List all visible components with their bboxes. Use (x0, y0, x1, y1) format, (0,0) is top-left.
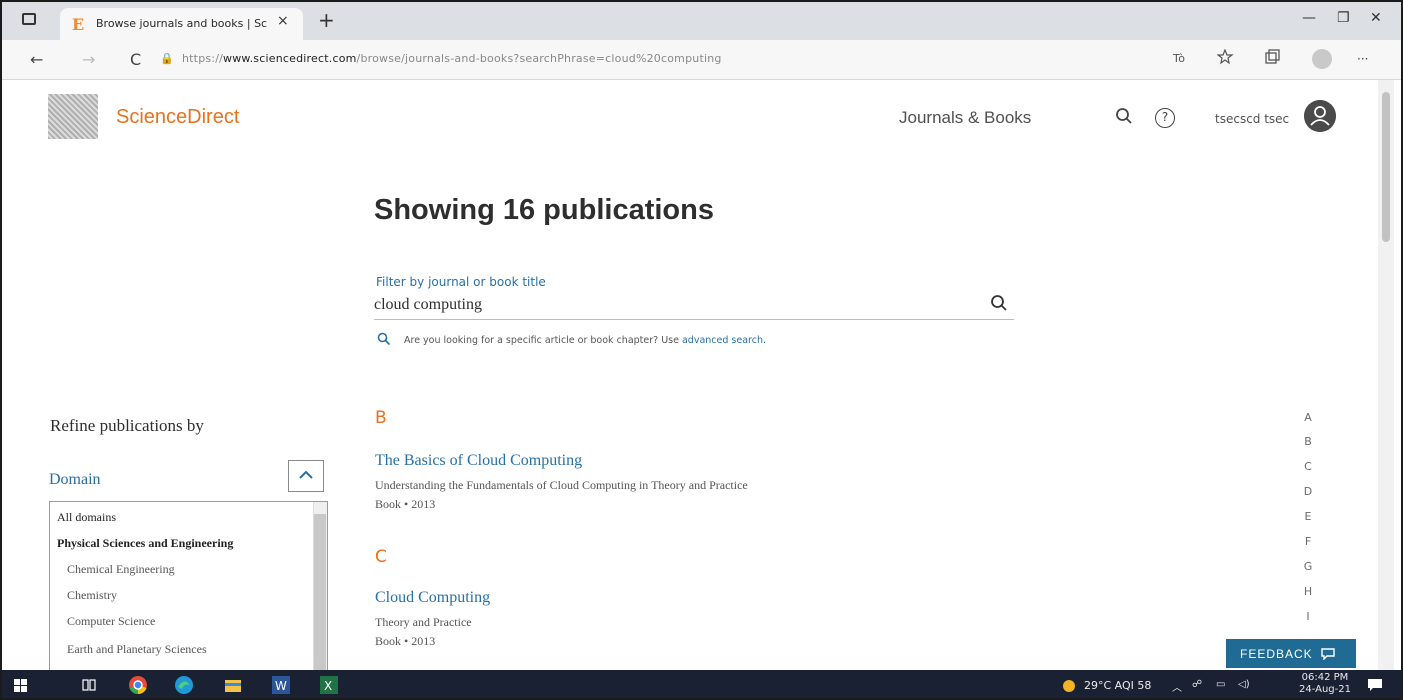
publication-meta: Book • 2013 (375, 497, 436, 511)
browser-window: E Browse journals and books | Scie × + —… (0, 0, 1403, 700)
elsevier-logo[interactable] (48, 94, 98, 139)
filter-search-icon[interactable] (990, 294, 1008, 314)
domain-list-scrollbar[interactable] (313, 502, 327, 670)
profile-icon[interactable] (1312, 49, 1332, 69)
user-name[interactable]: tsecscd tsec (1215, 112, 1289, 126)
url-host: www.sciencedirect.com (223, 52, 357, 65)
url-prefix: https:// (182, 52, 224, 65)
tab-close-button[interactable]: × (277, 13, 289, 29)
more-menu-icon[interactable]: ··· (1357, 52, 1368, 66)
close-window-button[interactable]: ✕ (1370, 10, 1382, 26)
read-aloud-icon[interactable]: Tò (1172, 49, 1188, 65)
word-icon[interactable]: W (272, 676, 290, 694)
favorites-star-icon[interactable] (1217, 49, 1235, 65)
domain-list-scroll-thumb[interactable] (314, 514, 326, 670)
domain-collapse-button[interactable] (288, 460, 324, 492)
letter-heading-c: C (375, 547, 387, 567)
browser-tab[interactable]: E Browse journals and books | Scie × (60, 8, 303, 40)
volume-icon[interactable]: ◁) (1238, 679, 1250, 690)
domain-list: All domains Physical Sciences and Engine… (49, 501, 328, 671)
alpha-link-f[interactable]: F (1298, 535, 1318, 548)
tab-title: Browse journals and books | Scie (96, 17, 268, 30)
lock-icon[interactable]: 🔒 (160, 52, 174, 65)
taskbar-clock[interactable]: 06:42 PM 24-Aug-21 (1299, 672, 1351, 696)
clock-date: 24-Aug-21 (1299, 684, 1351, 695)
domain-item-earth-planetary[interactable]: Earth and Planetary Sciences (67, 642, 207, 657)
feedback-button[interactable]: FEEDBACK (1226, 639, 1356, 668)
weather-sun-icon[interactable] (1062, 679, 1076, 693)
windows-start-icon[interactable] (14, 679, 27, 692)
task-view-icon[interactable] (82, 678, 96, 692)
domain-item-all[interactable]: All domains (57, 510, 116, 525)
domain-item-physical-sciences[interactable]: Physical Sciences and Engineering (57, 536, 233, 551)
publication-title-link[interactable]: Cloud Computing (375, 589, 490, 607)
tray-chevron-icon[interactable]: ︿ (1172, 679, 1182, 694)
help-icon[interactable]: ? (1155, 108, 1175, 128)
alpha-link-h[interactable]: H (1298, 585, 1318, 598)
alpha-link-g[interactable]: G (1298, 560, 1318, 573)
domain-filter-label[interactable]: Domain (49, 471, 101, 489)
alpha-link-a[interactable]: A (1298, 411, 1318, 424)
alpha-link-c[interactable]: C (1298, 460, 1318, 473)
user-avatar-icon[interactable] (1304, 100, 1336, 132)
svg-text:Tò: Tò (1172, 52, 1185, 65)
svg-text:X: X (324, 679, 332, 693)
tab-actions-icon[interactable] (22, 13, 36, 25)
hint-search-icon (377, 332, 391, 346)
tab-bar: E Browse journals and books | Scie × + —… (2, 2, 1401, 40)
chat-icon (1321, 648, 1335, 661)
new-tab-button[interactable]: + (318, 8, 335, 32)
address-bar-row: ← → C 🔒 https://www.sciencedirect.com/br… (2, 40, 1401, 80)
os-taskbar: W X 29°C AQI 58 ︿ ☍ ▭ ◁) 06:42 PM 24-Aug… (2, 670, 1401, 698)
journals-books-link[interactable]: Journals & Books (899, 108, 1031, 128)
weather-text[interactable]: 29°C AQI 58 (1084, 679, 1151, 692)
publication-meta: Book • 2013 (375, 634, 436, 648)
elsevier-favicon-icon: E (72, 15, 85, 34)
publication-subtitle: Theory and Practice (375, 615, 472, 629)
excel-icon[interactable]: X (320, 676, 338, 694)
refine-heading: Refine publications by (50, 416, 204, 435)
domain-item-chemical-engineering[interactable]: Chemical Engineering (67, 562, 175, 577)
domain-item-computer-science[interactable]: Computer Science (67, 614, 155, 629)
hint-message: Are you looking for a specific article o… (404, 335, 682, 346)
reload-icon[interactable]: C (130, 50, 141, 69)
header-search-icon[interactable] (1115, 107, 1133, 127)
alpha-link-d[interactable]: D (1298, 485, 1318, 498)
results-heading: Showing 16 publications (374, 194, 714, 226)
url-field[interactable]: https://www.sciencedirect.com/browse/jou… (182, 52, 722, 65)
collections-icon[interactable] (1264, 49, 1280, 65)
feedback-label: FEEDBACK (1240, 647, 1313, 661)
network-icon[interactable]: ☍ (1192, 679, 1202, 690)
alpha-link-e[interactable]: E (1298, 510, 1318, 523)
minimize-button[interactable]: — (1302, 10, 1316, 26)
chrome-icon[interactable] (128, 675, 148, 695)
hint-text: Are you looking for a specific article o… (404, 335, 766, 346)
maximize-button[interactable]: ❐ (1337, 10, 1350, 26)
url-path: /browse/journals-and-books?searchPhrase=… (356, 52, 722, 65)
clock-time: 06:42 PM (1301, 672, 1349, 683)
alpha-link-b[interactable]: B (1298, 435, 1318, 448)
filter-input[interactable] (374, 290, 1014, 320)
notifications-icon[interactable] (1367, 678, 1383, 692)
alpha-link-i[interactable]: I (1298, 610, 1318, 623)
publication-subtitle: Understanding the Fundamentals of Cloud … (375, 478, 748, 492)
sciencedirect-brand-link[interactable]: ScienceDirect (116, 106, 239, 129)
page-scrollbar[interactable] (1378, 80, 1394, 670)
forward-icon[interactable]: → (82, 50, 95, 69)
publication-title-link[interactable]: The Basics of Cloud Computing (375, 452, 582, 470)
back-icon[interactable]: ← (30, 50, 43, 69)
file-explorer-icon[interactable] (224, 677, 242, 693)
page-scroll-thumb[interactable] (1382, 92, 1390, 242)
advanced-search-link[interactable]: advanced search. (682, 335, 766, 346)
battery-icon[interactable]: ▭ (1216, 679, 1225, 690)
svg-text:W: W (275, 679, 287, 693)
chevron-up-icon (299, 470, 313, 479)
domain-item-chemistry[interactable]: Chemistry (67, 588, 117, 603)
filter-label: Filter by journal or book title (376, 275, 546, 289)
letter-heading-b: B (375, 408, 387, 428)
edge-icon[interactable] (174, 675, 194, 695)
